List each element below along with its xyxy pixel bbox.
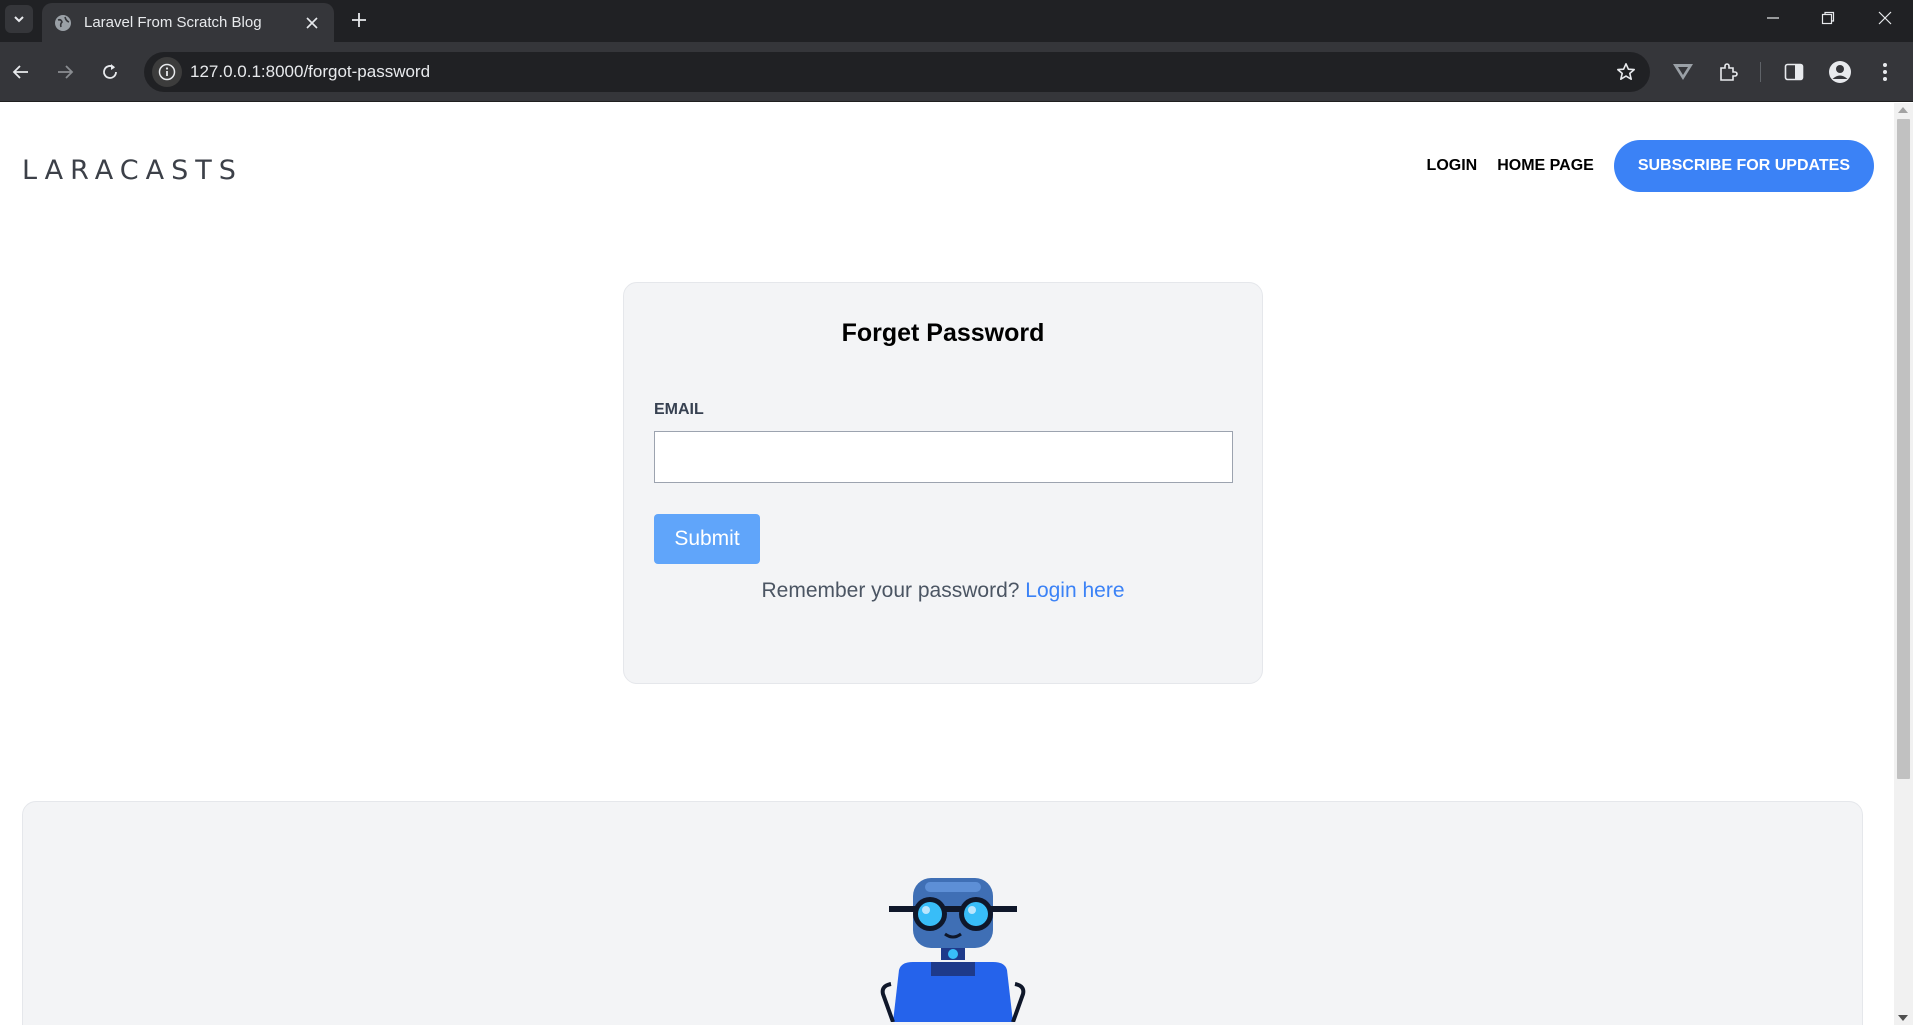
nav-home-link[interactable]: HOME PAGE — [1497, 157, 1594, 175]
remember-line: Remember your password? Login here — [624, 579, 1262, 603]
url-text[interactable]: 127.0.0.1:8000/forgot-password — [190, 62, 430, 82]
window-close-icon[interactable] — [1857, 0, 1913, 36]
vivaldi-icon[interactable] — [1666, 55, 1700, 89]
nav-login-link[interactable]: LOGIN — [1427, 157, 1478, 175]
email-label: EMAIL — [654, 401, 704, 418]
page-scrollbar[interactable] — [1894, 103, 1913, 1025]
profile-icon[interactable] — [1823, 55, 1857, 89]
scroll-down-icon[interactable] — [1898, 1015, 1908, 1021]
scroll-up-icon[interactable] — [1898, 107, 1908, 113]
info-icon[interactable] — [152, 57, 182, 87]
login-here-link[interactable]: Login here — [1025, 579, 1124, 602]
back-icon[interactable] — [4, 55, 38, 89]
submit-button[interactable]: Submit — [654, 514, 760, 564]
laracasts-logo[interactable]: LARACASTS — [22, 154, 243, 186]
logo-text: LARACASTS — [22, 154, 243, 186]
main-nav: LOGIN HOME PAGE SUBSCRIBE FOR UPDATES — [1427, 140, 1874, 192]
tab-search-icon[interactable] — [5, 5, 33, 33]
minimize-icon[interactable] — [1745, 0, 1801, 36]
newsletter-panel — [22, 801, 1863, 1025]
star-icon[interactable] — [1614, 60, 1638, 84]
more-icon[interactable] — [1868, 55, 1902, 89]
email-field[interactable] — [654, 431, 1233, 483]
side-panel-icon[interactable] — [1777, 55, 1811, 89]
remember-text: Remember your password? — [761, 579, 1020, 602]
close-icon[interactable] — [302, 13, 322, 33]
forward-icon[interactable] — [48, 55, 82, 89]
reload-icon[interactable] — [93, 55, 127, 89]
page-title: Forget Password — [841, 319, 1045, 347]
extensions-icon[interactable] — [1711, 55, 1745, 89]
restore-icon[interactable] — [1800, 0, 1856, 36]
page-viewport: LARACASTS LOGIN HOME PAGE SUBSCRIBE FOR … — [0, 103, 1894, 1025]
tab-strip: Laravel From Scratch Blog — [0, 0, 1913, 42]
subscribe-button[interactable]: SUBSCRIBE FOR UPDATES — [1613, 140, 1874, 192]
tab-title: Laravel From Scratch Blog — [84, 14, 262, 31]
toolbar-divider — [1760, 62, 1761, 82]
address-bar[interactable]: 127.0.0.1:8000/forgot-password — [144, 52, 1650, 92]
globe-icon — [55, 14, 71, 31]
scrollbar-thumb[interactable] — [1897, 119, 1910, 779]
plus-icon[interactable] — [345, 6, 373, 34]
forgot-password-card: Forget Password EMAIL Submit Remember yo… — [623, 282, 1263, 684]
browser-toolbar: 127.0.0.1:8000/forgot-password — [0, 42, 1913, 102]
robot-mascot — [880, 878, 1026, 1022]
active-tab[interactable]: Laravel From Scratch Blog — [42, 3, 334, 42]
